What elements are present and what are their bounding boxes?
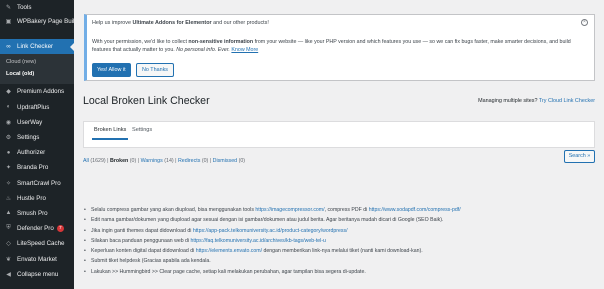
menu-item-smartcrawl[interactable]: ✧ SmartCrawl Pro (0, 176, 74, 191)
smush-icon: ▲ (5, 210, 12, 217)
menu-item-settings[interactable]: ⚙ Settings (0, 130, 74, 145)
status-filters: All (1629) | Broken (0) | Warnings (14) … (83, 158, 246, 164)
menu-item-litespeed[interactable]: ◇ LiteSpeed Cache (0, 236, 74, 251)
link[interactable]: https://www.sodapdf.com/compress-pdf/ (369, 207, 461, 213)
list-item: Jika ingin ganti themes dapat didownload… (84, 226, 461, 237)
menu-label: SmartCrawl Pro (17, 179, 61, 187)
menu-item-userway[interactable]: ◉ UserWay (0, 115, 74, 130)
settings-icon: ⚙ (5, 135, 12, 142)
wrench-icon: ✎ (5, 5, 12, 12)
menu-item-envato[interactable]: ❦ Envato Market (0, 251, 74, 266)
menu-item-defender[interactable]: ⛨ Defender Pro 7 (0, 221, 74, 236)
menu-label: Smush Pro (17, 209, 48, 217)
menu-label: WPBakery Page Builder (17, 18, 84, 26)
menu-label: Collapse menu (17, 270, 59, 278)
update-count-badge: 7 (56, 225, 64, 233)
link[interactable]: https://faq.telkomuniversity.ac.id/archi… (191, 238, 326, 244)
notice-headline: Help us improve Ultimate Addons for Elem… (92, 20, 269, 26)
tracking-notice: Help us improve Ultimate Addons for Elem… (84, 14, 595, 81)
wpbakery-icon: ▣ (5, 19, 12, 26)
link-icon: ∞ (6, 43, 11, 50)
filter-redirects[interactable]: Redirects (178, 158, 200, 164)
updraftplus-icon: ◐ (6, 104, 11, 111)
submenu-item-cloud[interactable]: Cloud (new) (0, 57, 74, 69)
menu-item-wpbakery[interactable]: ▣ WPBakery Page Builder (0, 15, 84, 39)
link[interactable]: https://app-pack.telkomuniversity.ac.id/… (193, 228, 348, 234)
tab-panel: Broken Links Settings (83, 121, 595, 148)
cloud-link-checker-link[interactable]: Try Cloud Link Checker (539, 98, 595, 104)
menu-label: Branda Pro (17, 164, 49, 172)
list-item: Edit nama gambar/dokumen yang diupload a… (84, 215, 461, 226)
admin-guidelines-list: Selalu compress gambar yang akan diuploa… (84, 205, 461, 278)
menu-item-updraftplus[interactable]: ◐ UpdraftPlus (0, 100, 74, 115)
menu-label: UpdraftPlus (17, 103, 50, 111)
authorizer-icon: ● (6, 149, 11, 156)
tab-settings[interactable]: Settings (132, 127, 152, 133)
menu-label: Settings (17, 134, 40, 142)
menu-item-link-checker[interactable]: ∞ Link Checker (0, 39, 74, 55)
litespeed-icon: ◇ (6, 241, 11, 248)
list-item: Submit tiket helpdesk (Gracias apabila a… (84, 256, 461, 267)
link[interactable]: https://elements.envato.com/ (196, 248, 262, 254)
filter-warnings[interactable]: Warnings (141, 158, 163, 164)
menu-label: Envato Market (17, 255, 57, 263)
menu-item-smush[interactable]: ▲ Smush Pro (0, 206, 74, 221)
menu-item-tools[interactable]: ✎ Tools (0, 0, 74, 15)
admin-sidebar: ✎ Tools ▣ WPBakery Page Builder ∞ Link C… (0, 0, 84, 289)
list-item: Selalu compress gambar yang akan diuploa… (84, 205, 461, 216)
menu-label: Link Checker (17, 43, 54, 51)
tab-broken-links[interactable]: Broken Links (91, 127, 129, 140)
menu-label: Tools (17, 4, 32, 12)
menu-label: Hustle Pro (17, 194, 46, 202)
page-title: Local Broken Link Checker (83, 95, 210, 107)
link-checker-submenu: Cloud (new) Local (old) (0, 54, 74, 85)
menu-label: LiteSpeed Cache (17, 240, 65, 248)
hustle-icon: ♨ (5, 195, 12, 202)
deny-tracking-button[interactable]: No Thanks (136, 63, 174, 77)
menu-label: UserWay (17, 118, 43, 126)
know-more-link[interactable]: Know More (231, 47, 258, 53)
notice-body: With your permission, we'd like to colle… (92, 39, 571, 53)
defender-icon: ⛨ (6, 225, 11, 232)
menu-label: Authorizer (17, 149, 46, 157)
menu-item-premium-addons[interactable]: ◆ Premium Addons (0, 84, 74, 99)
collapse-menu-button[interactable]: ◀ Collapse menu (0, 267, 74, 282)
envato-icon: ❦ (5, 256, 12, 263)
collapse-icon: ◀ (6, 271, 11, 278)
filter-broken[interactable]: Broken (110, 158, 128, 164)
menu-item-hustle[interactable]: ♨ Hustle Pro (0, 191, 74, 206)
filter-all[interactable]: All (83, 158, 89, 164)
userway-icon: ◉ (5, 119, 12, 126)
menu-label: Defender Pro (17, 225, 54, 233)
list-item: Silakan baca panduan penggunaan web di h… (84, 236, 461, 247)
premium-addons-icon: ◆ (6, 89, 11, 96)
submenu-item-local[interactable]: Local (old) (0, 69, 74, 81)
filter-dismissed[interactable]: Dismissed (213, 158, 237, 164)
allow-tracking-button[interactable]: Yes! Allow it (92, 63, 131, 77)
menu-item-authorizer[interactable]: ● Authorizer (0, 145, 74, 160)
list-item: Keperluan konten digital dapat didownloa… (84, 246, 461, 257)
menu-label: Premium Addons (17, 88, 65, 96)
managing-sites-note: Managing multiple sites? Try Cloud Link … (478, 98, 595, 104)
menu-item-branda[interactable]: ✦ Branda Pro (0, 160, 74, 175)
link[interactable]: https://imagecompressor.com/ (255, 207, 324, 213)
list-item: Lakukan >> Hummingbird >> Clear page cac… (84, 267, 461, 278)
search-button[interactable]: Search » (564, 150, 595, 163)
smartcrawl-icon: ✧ (5, 180, 12, 187)
branda-icon: ✦ (5, 165, 12, 172)
close-icon[interactable]: × (581, 19, 588, 26)
